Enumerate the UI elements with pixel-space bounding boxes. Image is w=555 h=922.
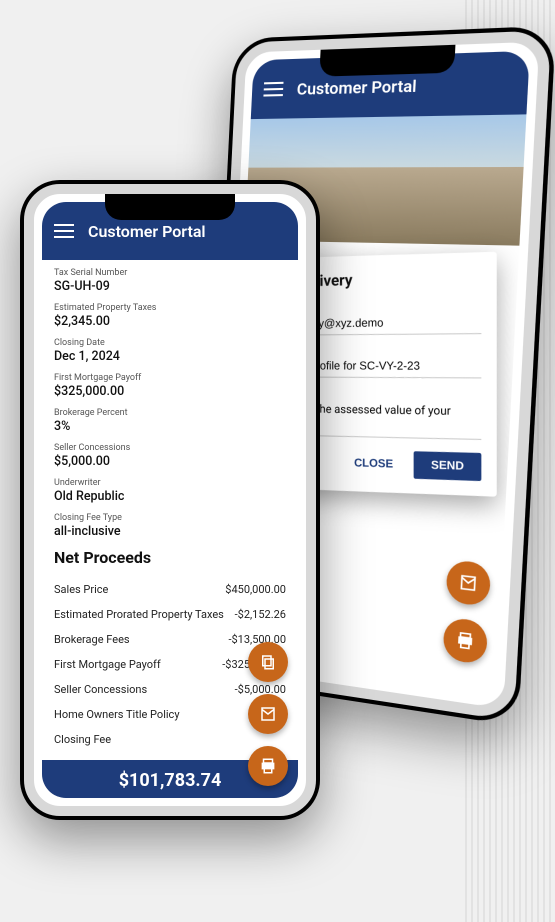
copy-fab[interactable] (248, 642, 288, 682)
proceeds-label: Brokerage Fees (54, 633, 130, 646)
menu-icon[interactable] (263, 82, 283, 97)
field-value: all-inclusive (54, 524, 286, 539)
notch (105, 194, 235, 220)
email-fab[interactable] (248, 694, 288, 734)
field-label: Underwriter (54, 478, 286, 488)
field-value: 3% (54, 419, 286, 434)
field-row: Tax Serial Number SG-UH-09 (54, 268, 286, 294)
net-proceeds-heading: Net Proceeds (54, 548, 286, 567)
field-value: $5,000.00 (54, 454, 286, 469)
menu-icon[interactable] (54, 224, 74, 238)
field-row: First Mortgage Payoff $325,000.00 (54, 373, 286, 399)
app-title: Customer Portal (296, 75, 417, 98)
proceeds-label: Seller Concessions (54, 683, 147, 696)
field-value: Old Republic (54, 489, 286, 504)
proceeds-label: First Mortgage Payoff (54, 658, 161, 671)
field-label: Closing Fee Type (54, 513, 286, 523)
field-row: Estimated Property Taxes $2,345.00 (54, 303, 286, 329)
proceeds-amount: $450,000.00 (225, 583, 286, 596)
proceeds-row: Sales Price $450,000.00 (54, 577, 286, 602)
proceeds-row: Estimated Prorated Property Taxes -$2,15… (54, 602, 286, 627)
proceeds-label: Estimated Prorated Property Taxes (54, 608, 224, 621)
mail-icon (259, 705, 277, 723)
field-row: Seller Concessions $5,000.00 (54, 443, 286, 469)
print-fab[interactable] (248, 746, 288, 786)
field-label: Seller Concessions (54, 443, 286, 453)
field-row: Closing Fee Type all-inclusive (54, 513, 286, 539)
email-fab[interactable] (446, 559, 492, 607)
field-row: Closing Date Dec 1, 2024 (54, 338, 286, 364)
close-button[interactable]: CLOSE (344, 449, 404, 478)
field-label: Brokerage Percent (54, 408, 286, 418)
field-row: Underwriter Old Republic (54, 478, 286, 504)
field-label: First Mortgage Payoff (54, 373, 286, 383)
field-label: Closing Date (54, 338, 286, 348)
notch (319, 45, 455, 77)
app-title: Customer Portal (88, 222, 206, 241)
print-icon (455, 630, 476, 652)
recipient-input[interactable] (300, 315, 481, 330)
field-row: Brokerage Percent 3% (54, 408, 286, 434)
field-label: Estimated Property Taxes (54, 303, 286, 313)
field-value: $325,000.00 (54, 384, 286, 399)
proceeds-label: Home Owners Title Policy (54, 708, 180, 721)
copy-icon (259, 653, 277, 671)
send-button[interactable]: SEND (414, 451, 481, 481)
print-icon (259, 757, 277, 775)
print-fab[interactable] (442, 617, 488, 665)
field-value: $2,345.00 (54, 314, 286, 329)
proceeds-label: Sales Price (54, 583, 108, 596)
field-value: SG-UH-09 (54, 279, 286, 294)
proceeds-amount: -$2,152.26 (235, 608, 286, 621)
field-value: Dec 1, 2024 (54, 349, 286, 364)
field-label: Tax Serial Number (54, 268, 286, 278)
mail-icon (458, 572, 479, 594)
phone-front: Customer Portal Tax Serial Number SG-UH-… (20, 180, 320, 820)
proceeds-label: Closing Fee (54, 733, 111, 746)
